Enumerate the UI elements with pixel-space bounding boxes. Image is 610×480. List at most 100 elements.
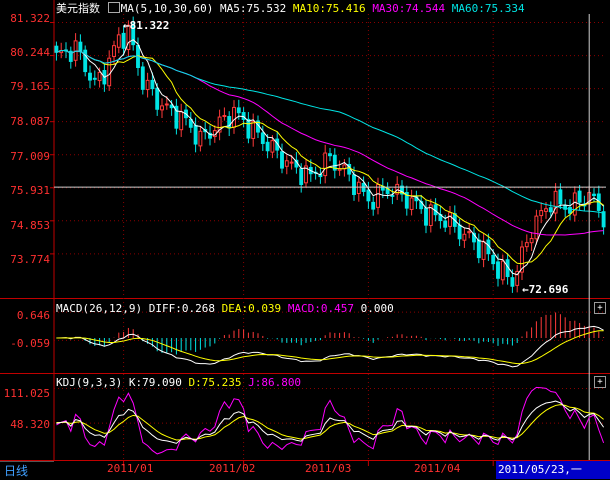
candle-body <box>97 71 102 82</box>
kdj-k-label: K:79.090 <box>128 376 182 389</box>
y-tick-label: 73.774 <box>10 253 50 266</box>
macd-value-label: MACD:0.457 <box>287 302 355 315</box>
macd-y-tick-label: 0.646 <box>16 309 50 322</box>
y-tick-label: 77.009 <box>10 150 50 163</box>
candle-body <box>198 130 203 147</box>
candle-body <box>54 45 59 53</box>
candle-body <box>534 215 539 240</box>
macd-params: MACD(26,12,9) <box>56 302 143 315</box>
candle-body <box>160 105 164 111</box>
tab-daily[interactable]: 日线 <box>0 461 54 479</box>
candle-body <box>112 45 116 57</box>
candle-body <box>236 107 241 114</box>
y-tick-label: 81.322 <box>10 12 50 25</box>
y-tick-label: 80.244 <box>10 46 50 59</box>
candle-body <box>241 112 246 120</box>
chart-title: 美元指数 <box>56 2 100 15</box>
low-arrow-icon: ← <box>522 283 529 296</box>
candle-body <box>548 207 553 213</box>
macd-diff-label: DIFF:0.268 <box>148 302 215 315</box>
kdj-j-label: J:86.800 <box>248 376 302 389</box>
candle-body <box>328 153 332 157</box>
kdj-d-label: D:75.235 <box>188 376 242 389</box>
candle-body <box>78 41 83 53</box>
x-tick-label: 2011/03 <box>305 462 352 475</box>
candle-body <box>577 190 582 203</box>
candle-body <box>193 124 198 145</box>
x-tick-label: 2011/01 <box>107 462 154 475</box>
macd-dea-label: DEA:0.039 <box>221 302 282 315</box>
candle-body <box>265 141 270 152</box>
kdj-y-tick-label: 111.025 <box>3 387 50 400</box>
candle-body <box>601 211 606 228</box>
ma-icon <box>107 2 120 13</box>
ma30-line <box>56 49 604 236</box>
cursor-date-readout: 2011/05/23,一 <box>496 461 610 479</box>
kdj-legend: KDJ(9,3,3) K:79.090 D:75.235 J:86.800 <box>56 376 301 389</box>
candle-body <box>409 197 414 210</box>
candle-body <box>150 79 155 90</box>
candle-body <box>73 40 78 61</box>
candle-body <box>251 121 256 139</box>
candle-body <box>179 111 184 131</box>
candle-body <box>232 106 236 128</box>
candle-body <box>529 238 534 244</box>
candle-body <box>92 77 97 80</box>
candle-body <box>366 189 371 202</box>
candle-body <box>424 207 428 226</box>
candle-body <box>462 233 467 241</box>
candle-body <box>164 103 169 106</box>
macd-expand-button[interactable]: + <box>594 302 606 314</box>
ma60-label: MA60:75.334 <box>451 2 525 15</box>
y-tick-label: 78.087 <box>10 115 50 128</box>
candle-body <box>289 161 294 164</box>
main-legend: 美元指数 MA(5,10,30,60) MA5:75.532 MA10:75.4… <box>56 2 525 15</box>
high-arrow-icon: ← <box>123 19 130 32</box>
candle-body <box>222 115 227 118</box>
macd-zero-label: 0.000 <box>360 302 394 315</box>
candle-body <box>592 193 596 196</box>
candle-body <box>572 192 577 216</box>
kdj-y-tick-label: 48.320 <box>10 418 50 431</box>
candle-body <box>376 184 380 208</box>
candle-body <box>356 181 361 195</box>
candle-body <box>323 152 328 177</box>
candle-body <box>246 118 251 139</box>
candle-body <box>500 260 505 281</box>
candle-body <box>476 239 481 259</box>
candle-body <box>145 79 150 91</box>
candle-body <box>88 72 92 81</box>
candle-body <box>121 32 126 49</box>
candle-body <box>390 194 395 197</box>
candle-body <box>443 220 448 228</box>
candle-body <box>352 174 356 195</box>
low-value: 72.696 <box>528 283 569 296</box>
macd-y-tick-label: -0.059 <box>10 337 50 350</box>
kdj-params: KDJ(9,3,3) <box>56 376 123 389</box>
candle-body <box>491 254 496 265</box>
candle-body <box>558 189 563 205</box>
high-value: 81.322 <box>129 19 170 32</box>
ma-params: MA(5,10,30,60) <box>120 2 214 15</box>
kdj-expand-button[interactable]: + <box>594 376 606 388</box>
x-tick-label: 2011/04 <box>414 462 461 475</box>
chart-canvas <box>0 0 610 466</box>
candle-body <box>140 66 145 90</box>
candle-body <box>448 212 452 227</box>
candle-body <box>524 242 529 248</box>
candle-body <box>260 132 265 144</box>
candle-body <box>481 241 486 260</box>
high-annotation: ←81.322 <box>123 20 169 32</box>
ma10-label: MA10:75.416 <box>292 2 366 15</box>
candle-body <box>457 224 462 240</box>
candle-body <box>155 87 160 110</box>
y-tick-label: 79.165 <box>10 80 50 93</box>
candle-body <box>496 261 500 279</box>
candle-body <box>280 151 284 169</box>
ma30-label: MA30:74.544 <box>372 2 446 15</box>
low-annotation: ←72.696 <box>522 284 568 296</box>
x-tick-label: 2011/02 <box>209 462 256 475</box>
ma5-label: MA5:75.532 <box>219 2 287 15</box>
candle-body <box>284 160 289 167</box>
macd-legend: MACD(26,12,9) DIFF:0.268 DEA:0.039 MACD:… <box>56 302 394 315</box>
